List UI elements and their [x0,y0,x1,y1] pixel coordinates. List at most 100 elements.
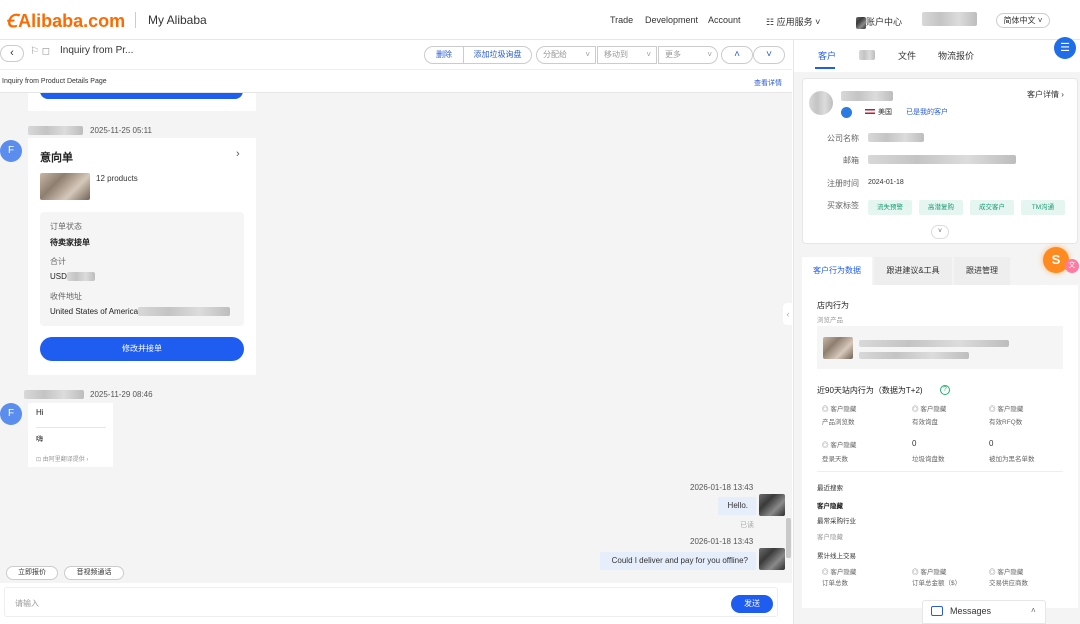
behavior-data-card: 店内行为 浏览产品 近90天站内行为（数据为T+2) ? ◎ 客户隐藏 产品浏览… [802,285,1078,608]
message-icon [931,606,943,616]
back-button[interactable]: ‹ [0,45,24,62]
chat-area[interactable]: F 2025-11-25 05:11 意向单 › 12 products 订单状… [0,93,792,583]
company-value [868,133,924,142]
metric-label-blacklisted: 被加为黑名单数 [989,456,1035,463]
metric-spam-count: 0 [912,439,917,448]
metric-hidden: ◎ 客户隐藏 [989,406,1024,413]
card-title: 意向单 [40,152,73,164]
chevron-down-icon: ˅ [812,17,821,27]
chevron-down-icon: ˅ [766,49,772,60]
previous-conversation-button[interactable]: ˄ [721,46,753,64]
flag-icon[interactable]: ⚐ ◻ [30,46,50,57]
email-label: 邮箱 [843,156,859,165]
metric-label-valid-inquiries: 有效询盘 [912,419,938,426]
tab-followup-tools[interactable]: 跟进建议&工具 [874,257,952,285]
customer-card: 客户详情 › 美国 已是我的客户 公司名称 邮箱 注册时间 2024-01-18… [802,78,1078,244]
product-thumbnail [823,337,853,359]
message-sender [24,390,84,400]
trade-label-order-count: 订单总数 [822,580,848,587]
account-center-menu[interactable]: 账户中心 [856,15,902,29]
tab-customer[interactable]: 客户 [818,49,836,62]
tab-followup-management[interactable]: 跟进管理 [954,257,1010,285]
expand-button[interactable]: ˅ [931,225,949,239]
more-select[interactable]: 更多 ˅ [658,46,718,64]
my-customer-badge: 已是我的客户 [906,109,948,116]
tab-files[interactable]: 文件 [898,49,916,62]
chevron-right-icon[interactable]: › [236,148,240,160]
app-services-menu[interactable]: ☷ 应用服务 ˅ [766,15,820,28]
previous-card-button[interactable] [40,93,243,99]
move-to-select[interactable]: 移动到 ˅ [597,46,657,64]
divider [817,471,1063,472]
modify-accept-order-button[interactable]: 修改并接单 [40,337,244,361]
recent-search-value: 客户隐藏 [817,503,843,510]
chat-bubble-icon[interactable]: ☰ [1054,37,1076,59]
delete-button[interactable]: 删除 [424,46,464,64]
customer-detail-link[interactable]: 客户详情 › [1027,89,1064,100]
customer-avatar [809,91,833,115]
seller-message-bubble: Could I deliver and pay for you offline? [600,552,756,570]
video-call-button[interactable]: 音视频通话 [64,566,124,580]
chevron-down-icon: ˅ [707,50,712,59]
tag-deal-customer: 成交客户 [970,200,1014,215]
metric-hidden: ◎ 客户隐藏 [822,442,857,449]
user-avatar [856,16,866,29]
view-details-link[interactable]: 查看详情 [754,78,782,88]
metric-label-login-days: 登录天数 [822,456,848,463]
top-header: ꞒAlibaba.com My Alibaba Trade Developmen… [0,0,1080,40]
chat-scrollbar[interactable] [786,518,791,558]
nav-account[interactable]: Account [708,15,741,25]
customer-country: 美国 [878,109,892,116]
collapse-panel-button[interactable]: ‹ [783,303,792,325]
chevron-up-icon: ˄ [734,49,740,60]
language-selector[interactable]: 简体中文 ˅ [996,13,1050,28]
user-name-blurred[interactable] [922,12,977,26]
product-count: 12 products [96,174,138,183]
total-value: USD [50,272,95,282]
help-icon[interactable]: ? [940,385,950,395]
inquiry-source-title: Inquiry from Product Details Page [2,78,107,85]
tab-orders[interactable] [859,49,875,60]
conversation-title: Inquiry from Pr... [60,45,134,56]
product-title-line2 [859,348,969,362]
tab-customer-behavior[interactable]: 客户行为数据 [802,257,872,285]
tab-logistics-quote[interactable]: 物流报价 [938,49,974,62]
seller-avatar [759,548,785,570]
message-timestamp: 2025-11-25 05:11 [90,126,152,135]
frequent-industry-value: 客户隐藏 [817,534,843,541]
tag-churn-warning: 流失预警 [868,200,912,215]
next-conversation-button[interactable]: ˅ [753,46,785,64]
register-value: 2024-01-18 [868,179,904,186]
trade-label-supplier-count: 交易供应商数 [989,580,1028,587]
quick-quote-button[interactable]: 立即报价 [6,566,58,580]
seller-avatar [759,494,785,516]
behavior-tabs: 客户行为数据 跟进建议&工具 跟进管理 [802,257,1078,285]
send-button[interactable]: 发送 [731,595,773,613]
intent-order-card[interactable]: 意向单 › 12 products 订单状态 待卖家接单 合计 USD 收件地址… [28,138,256,375]
metric-label-spam-inquiries: 垃圾询盘数 [912,456,945,463]
message-input[interactable] [15,596,715,610]
nav-development[interactable]: Development [645,15,698,25]
chevron-down-icon: ˅ [937,228,943,235]
company-label: 公司名称 [827,134,859,143]
translation-note[interactable]: ⊡ 由阿里翻译提供 › [36,454,88,463]
address-label: 收件地址 [50,292,82,301]
viewed-product-item[interactable] [817,326,1063,369]
chevron-down-icon: ˅ [646,50,651,59]
read-status: 已读 [740,522,754,529]
metric-hidden: ◎ 客户隐藏 [989,569,1024,576]
translate-badge-icon[interactable]: 文 [1065,259,1079,273]
divider [36,427,106,428]
nav-trade[interactable]: Trade [610,15,633,25]
tag-high-repurchase: 高潜复购 [919,200,963,215]
alibaba-logo[interactable]: ꞒAlibaba.com [6,9,125,33]
header-divider [135,12,136,28]
messages-minimized-panel[interactable]: Messages ˄ [922,600,1046,624]
my-alibaba-link[interactable]: My Alibaba [148,13,207,27]
customer-info-panel: 客户 文件 物流报价 客户详情 › 美国 已是我的客户 公司名称 邮箱 注册时间… [793,40,1080,624]
customer-name [841,88,893,102]
order-status-label: 订单状态 [50,222,82,231]
online-trade-heading: 累计线上交易 [817,553,856,560]
assign-select[interactable]: 分配给 ˅ [536,46,596,64]
add-spam-button[interactable]: 添加垃圾询盘 [463,46,532,64]
